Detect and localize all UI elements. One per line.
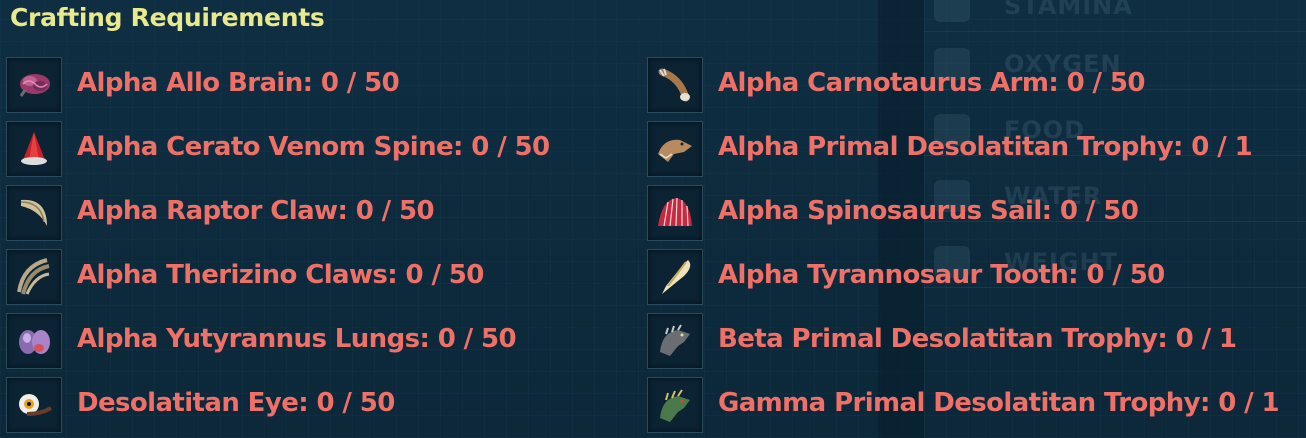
item-slot[interactable]: [647, 313, 703, 369]
spinosaurus-sail-icon: [658, 197, 692, 227]
raptor-claw-icon: [20, 199, 47, 226]
requirement-label: Alpha Allo Brain: 0 / 50: [77, 68, 400, 98]
requirement-label: Desolatitan Eye: 0 / 50: [77, 388, 395, 418]
stat-row-stamina: STAMINA: [924, 0, 1306, 32]
item-slot[interactable]: [6, 185, 62, 241]
requirement-label: Alpha Spinosaurus Sail: 0 / 50: [718, 196, 1139, 226]
item-slot[interactable]: [6, 121, 62, 177]
therizino-claws-icon: [17, 258, 50, 295]
crafting-requirements-title: Crafting Requirements: [10, 3, 325, 32]
beta-trophy-icon: [660, 324, 690, 356]
tooth-icon: [662, 260, 691, 294]
stamina-icon: [934, 0, 970, 22]
lungs-icon: [19, 330, 50, 354]
gamma-trophy-icon: [660, 389, 690, 422]
item-slot[interactable]: [6, 313, 62, 369]
eye-icon: [19, 394, 53, 416]
requirement-label: Alpha Tyrannosaur Tooth: 0 / 50: [718, 260, 1165, 290]
requirement-label: Alpha Primal Desolatitan Trophy: 0 / 1: [718, 132, 1253, 162]
stat-label: STAMINA: [1004, 0, 1133, 20]
requirement-label: Gamma Primal Desolatitan Trophy: 0 / 1: [718, 388, 1280, 418]
requirement-label: Beta Primal Desolatitan Trophy: 0 / 1: [718, 324, 1237, 354]
item-slot[interactable]: [6, 249, 62, 305]
requirement-label: Alpha Cerato Venom Spine: 0 / 50: [77, 132, 550, 162]
carnotaurus-arm-icon: [658, 68, 690, 102]
item-slot[interactable]: [6, 377, 62, 433]
venom-spine-icon: [21, 132, 47, 165]
requirement-label: Alpha Carnotaurus Arm: 0 / 50: [718, 68, 1145, 98]
brain-icon: [19, 74, 50, 97]
item-slot[interactable]: [647, 185, 703, 241]
requirement-label: Alpha Therizino Claws: 0 / 50: [77, 260, 484, 290]
item-slot[interactable]: [647, 57, 703, 113]
item-slot[interactable]: [647, 377, 703, 433]
item-slot[interactable]: [647, 249, 703, 305]
alpha-trophy-icon: [658, 139, 692, 162]
requirement-label: Alpha Raptor Claw: 0 / 50: [77, 196, 435, 226]
item-slot[interactable]: [6, 57, 62, 113]
item-slot[interactable]: [647, 121, 703, 177]
requirement-label: Alpha Yutyrannus Lungs: 0 / 50: [77, 324, 517, 354]
